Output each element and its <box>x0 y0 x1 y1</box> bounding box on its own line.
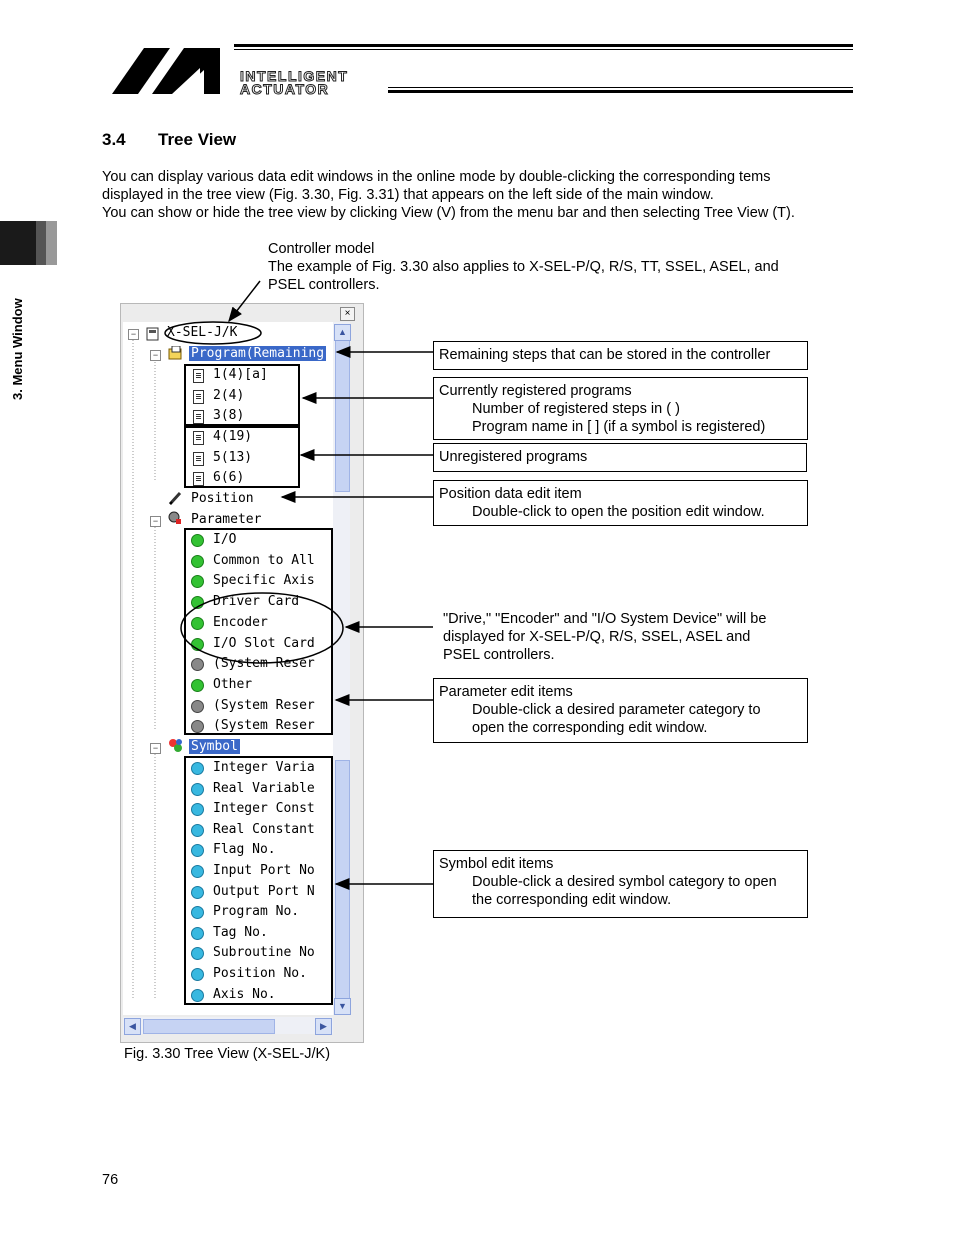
root-highlight-ellipse <box>164 321 262 345</box>
page-number: 76 <box>102 1172 119 1188</box>
driver-encoder-ellipse <box>180 592 344 664</box>
figure-caption: Fig. 3.30 Tree View (X-SEL-J/K) <box>124 1046 331 1062</box>
